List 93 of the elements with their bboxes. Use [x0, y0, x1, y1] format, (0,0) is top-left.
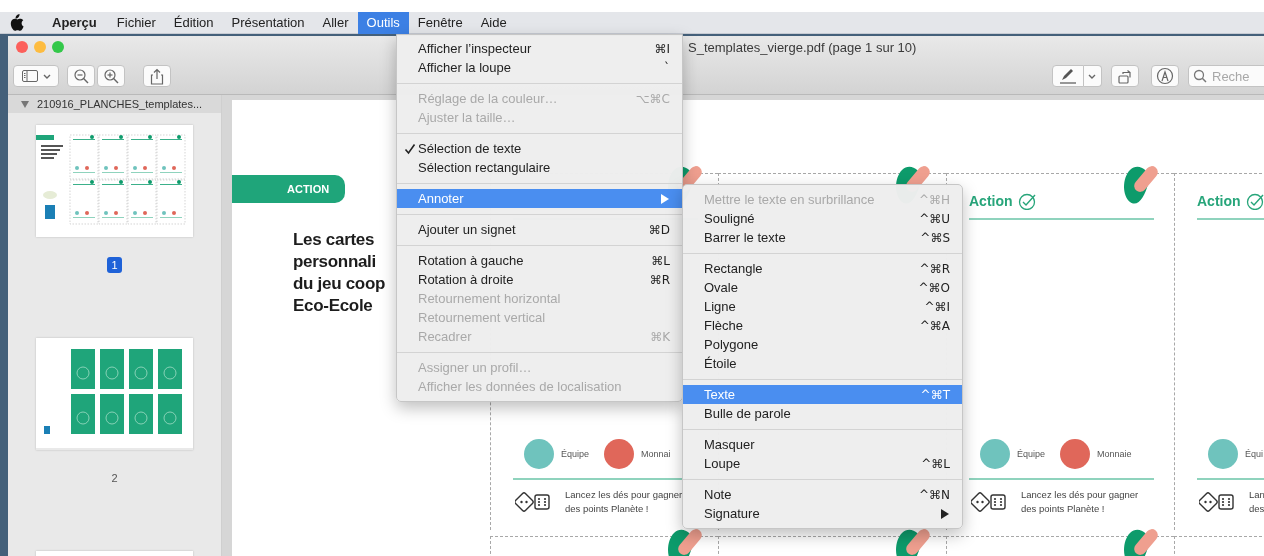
share-icon — [149, 67, 166, 85]
shortcut-label: ^⌘O — [918, 280, 950, 295]
menu-item[interactable]: Afficher l’inspecteur ⌘I — [397, 39, 682, 58]
markup-button[interactable] — [1151, 65, 1179, 87]
shortcut-label: ^⌘A — [919, 318, 950, 333]
page-thumbnail[interactable] — [36, 125, 193, 237]
menu-bar-item[interactable]: Aide — [471, 11, 516, 34]
shortcut-label: ⌘D — [648, 222, 670, 237]
card-title: Action — [969, 193, 1013, 209]
shortcut-label: ^⌘T — [920, 387, 950, 402]
page-thumbnail[interactable] — [36, 338, 193, 450]
card-hint: Lan des — [1249, 488, 1264, 516]
menu-item[interactable]: Souligné ^⌘U — [683, 209, 962, 228]
menu-item[interactable]: Polygone — [683, 335, 962, 354]
menu-item[interactable]: Rectangle ^⌘R — [683, 259, 962, 278]
menu-bar-item[interactable]: Édition — [164, 11, 223, 34]
document-name: 210916_PLANCHES_templates... — [37, 98, 203, 110]
menu-item[interactable]: Loupe ^⌘L — [683, 454, 962, 473]
shortcut-label: ^⌘N — [918, 487, 950, 502]
share-button[interactable] — [143, 65, 172, 87]
pen-icon — [1058, 67, 1077, 85]
shortcut-label: ⌘K — [650, 329, 670, 344]
team-label: Équi — [1245, 449, 1263, 459]
rotate-icon — [1117, 67, 1134, 85]
section-badge: ACTION — [232, 175, 345, 203]
money-circle — [1060, 439, 1091, 469]
menu-item[interactable]: Note ^⌘N — [683, 485, 962, 504]
document-heading: Les cartes personnali du jeu coop Eco-Ecole — [293, 229, 386, 317]
team-label: Équipe — [561, 449, 590, 459]
search-field[interactable]: Reche — [1188, 65, 1264, 87]
menu-bar-item[interactable]: Fichier — [107, 11, 165, 34]
menu-item[interactable]: Bulle de parole — [683, 404, 962, 423]
money-circle — [604, 439, 635, 469]
apple-icon[interactable] — [9, 13, 25, 32]
zoom-out-button[interactable] — [67, 65, 96, 87]
card-title: Action — [1197, 193, 1241, 209]
menu-item[interactable]: Ajouter un signet ⌘D — [397, 220, 682, 239]
shortcut-label: ⌘R — [649, 272, 670, 287]
menu-item[interactable]: Ligne ^⌘I — [683, 297, 962, 316]
window-title: S_templates_vierge.pdf (page 1 sur 10) — [688, 39, 917, 55]
menu-item[interactable]: Flèche ^⌘A — [683, 316, 962, 335]
card-hint: Lancez les dés pour gagner des points Planète ! — [565, 488, 683, 516]
close-button[interactable] — [16, 41, 28, 53]
menu-bar-item[interactable]: Aller — [313, 11, 358, 34]
shortcut-label: ^⌘U — [919, 211, 950, 226]
dice-icon — [971, 490, 1007, 514]
menu-item[interactable]: Ovale ^⌘O — [683, 278, 962, 297]
menu-item[interactable]: Barrer le texte ^⌘S — [683, 228, 962, 247]
sidebar-button[interactable] — [13, 65, 60, 87]
team-circle — [1208, 439, 1238, 469]
menu-bar-item[interactable]: Outils — [357, 11, 409, 34]
menu-item[interactable]: Étoile — [683, 354, 962, 373]
money-label: Monnai — [641, 449, 671, 459]
team-label: Équipe — [1017, 449, 1046, 459]
zoom-button[interactable] — [52, 41, 64, 53]
sidebar-icon — [20, 68, 39, 84]
markup-pen-button[interactable] — [1052, 65, 1084, 87]
menu-item[interactable]: Afficher la loupe ` — [397, 58, 682, 77]
shortcut-label: ^⌘S — [920, 230, 950, 245]
money-label: Monnaie — [1097, 449, 1132, 459]
rotate-button[interactable] — [1111, 65, 1140, 87]
team-circle — [524, 439, 554, 469]
shortcut-label: ^⌘H — [918, 192, 950, 207]
shortcut-label: ⌘I — [654, 41, 670, 56]
card-hint: Lancez les dés pour gagner des points Planète ! — [1021, 488, 1139, 516]
menu-item[interactable]: Masquer — [683, 435, 962, 454]
pen-options-button[interactable] — [1083, 65, 1103, 87]
shortcut-label: ⌥⌘C — [635, 91, 670, 106]
menu-item[interactable]: Rotation à gauche ⌘L — [397, 251, 682, 270]
zoom-in-button[interactable] — [97, 65, 126, 87]
team-circle — [980, 439, 1010, 469]
menu-item[interactable]: Sélection rectangulaire — [397, 158, 682, 177]
zoom-in-icon — [103, 68, 120, 84]
dice-icon — [515, 490, 551, 514]
menu-bar-item[interactable]: Présentation — [222, 11, 314, 34]
shortcut-label: ^⌘R — [919, 261, 950, 276]
menu-bar-item[interactable]: Aperçu — [43, 11, 106, 34]
shortcut-label: ^⌘I — [924, 299, 950, 314]
search-icon — [1193, 69, 1207, 83]
shortcut-label: ` — [664, 60, 670, 75]
menu-bar-item[interactable]: Fenêtre — [408, 11, 472, 34]
page-number[interactable]: 2 — [107, 470, 122, 486]
markup-icon — [1156, 67, 1175, 85]
shortcut-label: ^⌘L — [921, 456, 950, 471]
page-number[interactable]: 1 — [107, 257, 122, 273]
shortcut-label: ⌘L — [651, 253, 670, 268]
menu-item[interactable]: Sélection de texte — [397, 139, 682, 158]
sidebar-header[interactable]: 210916_PLANCHES_templates... — [8, 95, 221, 113]
dice-icon — [1199, 490, 1235, 514]
menu-item[interactable]: Signature — [683, 504, 962, 523]
menu-item[interactable]: Rotation à droite ⌘R — [397, 270, 682, 289]
zoom-out-icon — [73, 68, 90, 84]
disclosure-triangle-icon[interactable] — [20, 99, 30, 109]
